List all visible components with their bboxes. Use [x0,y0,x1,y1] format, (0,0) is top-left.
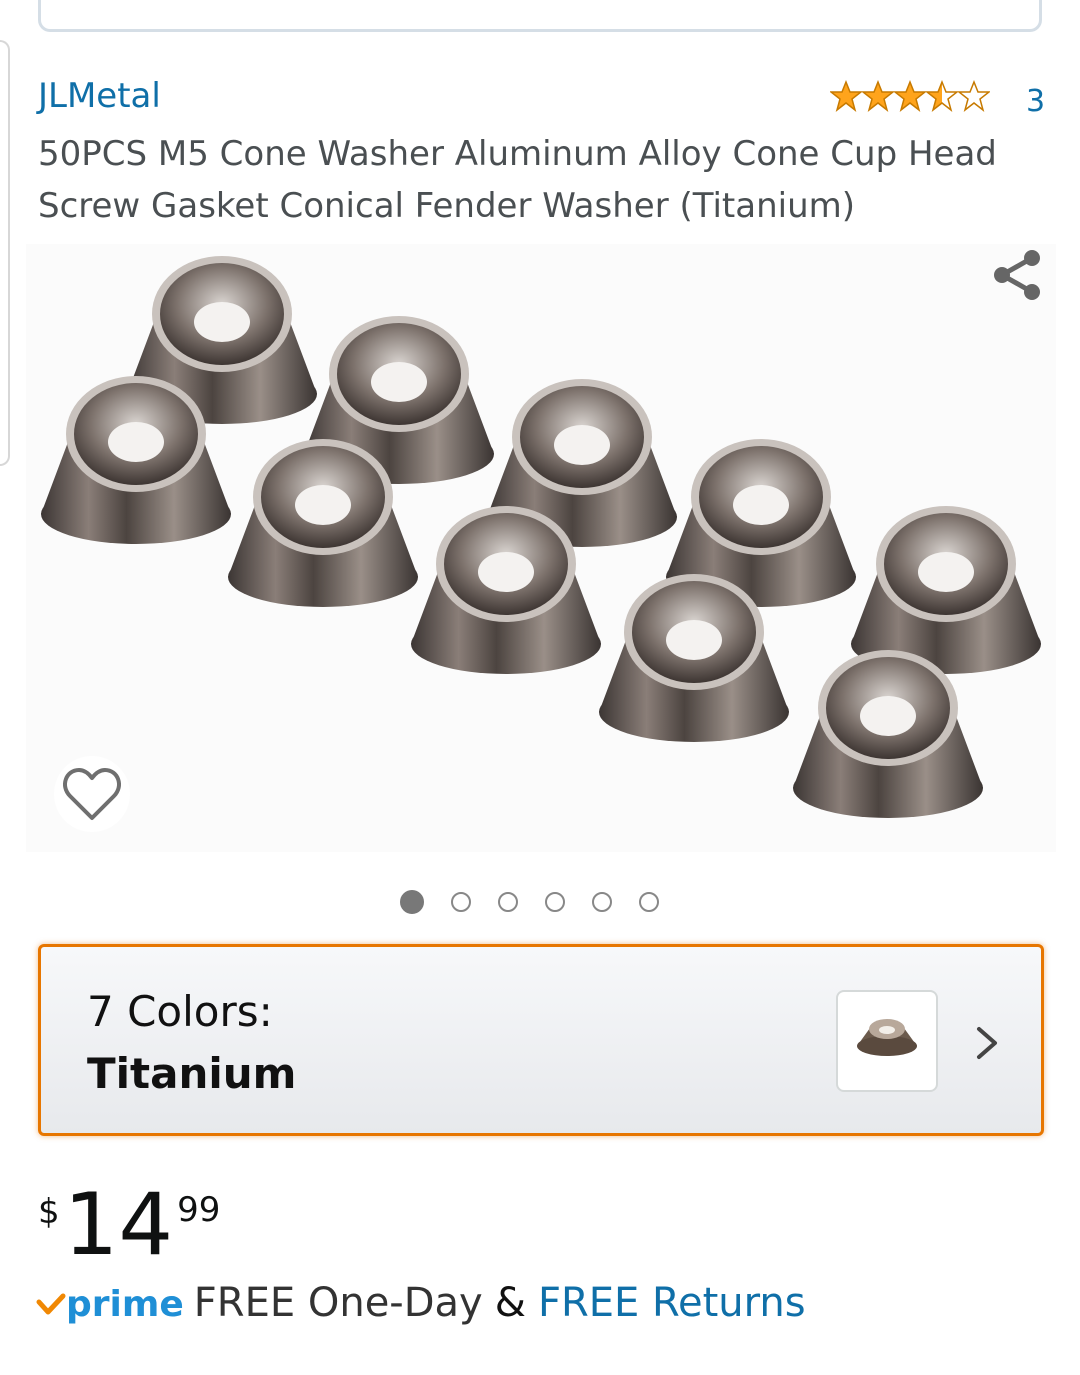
pagination-dot[interactable] [498,892,518,912]
color-swatch-thumbnail[interactable] [836,990,938,1092]
product-image[interactable] [26,244,1056,852]
variant-label: 7 Colors: [87,987,273,1036]
price-fraction: 99 [177,1190,221,1230]
pagination-dot[interactable] [451,892,471,912]
price: $ 14 99 [38,1180,220,1270]
variant-value: Titanium [87,1049,297,1098]
color-selector[interactable]: 7 Colors: Titanium [38,944,1044,1136]
free-returns-link[interactable]: FREE Returns [538,1280,806,1326]
prime-logo: prime [36,1284,184,1325]
product-title: 50PCS M5 Cone Washer Aluminum Alloy Cone… [38,134,997,226]
rating-stars [830,80,990,112]
pagination-dot[interactable] [639,892,659,912]
page-edge-handle [0,40,10,466]
chevron-right-icon [977,1027,997,1059]
pagination-dot[interactable] [592,892,612,912]
rating-count[interactable]: 3 [1026,84,1045,119]
image-pagination [400,890,659,914]
pagination-dot[interactable] [545,892,565,912]
washer-thumbnail [857,1019,917,1056]
brand-link[interactable]: JLMetal [38,76,161,116]
price-whole: 14 [63,1175,174,1275]
prime-label: prime [66,1284,184,1325]
star-rating[interactable] [830,80,990,112]
prime-check-icon [36,1293,66,1315]
add-to-wishlist-button[interactable] [54,756,130,832]
price-currency: $ [38,1192,60,1232]
star-icon [958,80,990,112]
star-icon [894,80,926,112]
star-icon [862,80,894,112]
star-icon [926,80,958,112]
shipping-info: prime FREE One-Day & FREE Returns [36,1280,806,1326]
heart-icon [63,768,121,820]
search-results-card-edge [38,0,1042,32]
share-icon[interactable] [988,246,1046,304]
star-icon [830,80,862,112]
washers-photo [41,256,1041,818]
delivery-text: FREE One-Day [193,1280,483,1326]
ampersand: & [494,1280,526,1326]
pagination-dot[interactable] [400,890,424,914]
